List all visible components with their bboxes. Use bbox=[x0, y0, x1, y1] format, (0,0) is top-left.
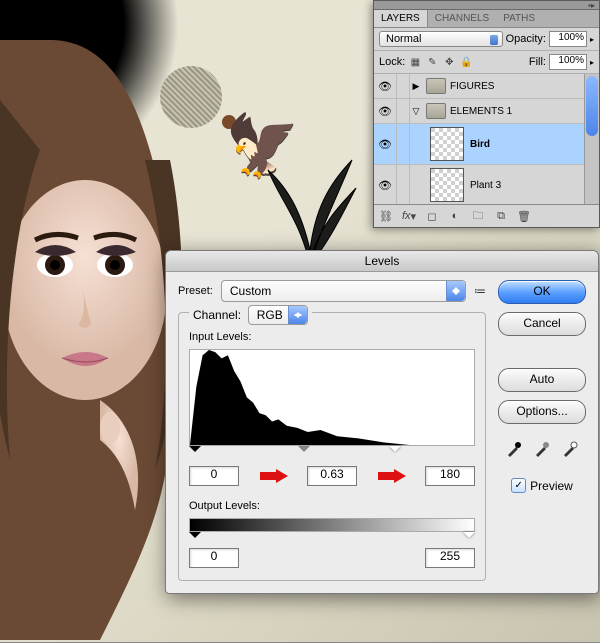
channel-fieldset: Channel: RGB Input Levels: 0 0.63 180 bbox=[178, 312, 486, 581]
opacity-input[interactable]: 100% bbox=[549, 31, 587, 47]
white-point-slider[interactable] bbox=[389, 446, 401, 458]
group-icon[interactable]: 🗀 bbox=[470, 208, 486, 224]
visibility-toggle[interactable]: 👁 bbox=[374, 165, 397, 204]
blend-mode-select[interactable]: Normal bbox=[379, 31, 503, 47]
tab-layers[interactable]: LAYERS bbox=[374, 10, 428, 27]
fill-input[interactable]: 100% bbox=[549, 54, 587, 70]
layer-group-figures[interactable]: 👁 ▶ FIGURES bbox=[374, 74, 599, 99]
lock-all-icon[interactable]: 🔒 bbox=[459, 55, 473, 69]
gray-eyedropper-icon[interactable] bbox=[531, 438, 553, 460]
preset-select[interactable]: Custom bbox=[221, 280, 466, 302]
layer-name: Bird bbox=[470, 139, 490, 150]
output-black-slider[interactable] bbox=[189, 532, 201, 544]
lock-transparency-icon[interactable]: ▦ bbox=[408, 55, 422, 69]
output-levels-label: Output Levels: bbox=[189, 500, 475, 512]
preset-menu-icon[interactable]: ≔ bbox=[474, 284, 486, 298]
fill-flyout-icon[interactable]: ▸ bbox=[590, 58, 594, 67]
output-gradient bbox=[189, 518, 475, 532]
layer-plant3[interactable]: 👁 Plant 3 bbox=[374, 165, 599, 204]
preview-checkbox[interactable]: ✓ Preview bbox=[511, 478, 573, 493]
gamma-slider[interactable] bbox=[298, 446, 310, 458]
lock-position-icon[interactable]: ✥ bbox=[442, 55, 456, 69]
input-levels-label: Input Levels: bbox=[189, 331, 475, 343]
fill-label: Fill: bbox=[529, 56, 546, 68]
eyedropper-row bbox=[503, 438, 581, 460]
auto-button[interactable]: Auto bbox=[498, 368, 586, 392]
visibility-toggle[interactable]: 👁 bbox=[374, 74, 397, 98]
input-slider[interactable] bbox=[189, 446, 475, 460]
red-arrow-icon bbox=[376, 469, 406, 483]
channel-select[interactable]: RGB bbox=[248, 305, 308, 325]
scrollbar[interactable] bbox=[584, 74, 599, 204]
output-slider[interactable] bbox=[189, 532, 475, 544]
tab-channels[interactable]: CHANNELS bbox=[428, 10, 496, 27]
layer-group-elements1[interactable]: 👁 ▽ ELEMENTS 1 bbox=[374, 99, 599, 124]
panel-bottom-toolbar: ⛓ fx▾ ◻ ◐ 🗀 ⧉ 🗑 bbox=[374, 204, 599, 227]
preset-label: Preset: bbox=[178, 285, 213, 297]
output-white-field[interactable]: 255 bbox=[425, 548, 475, 568]
levels-dialog: Levels Preset: Custom ≔ Channel: RGB Inp… bbox=[165, 250, 599, 594]
preview-label: Preview bbox=[530, 479, 573, 493]
fx-icon[interactable]: fx▾ bbox=[401, 208, 417, 224]
layer-name: FIGURES bbox=[450, 81, 494, 92]
layers-panel: ▪▸ LAYERS CHANNELS PATHS Normal Opacity:… bbox=[373, 0, 600, 228]
input-white-field[interactable]: 180 bbox=[425, 466, 475, 486]
mask-icon[interactable]: ◻ bbox=[424, 208, 440, 224]
options-button[interactable]: Options... bbox=[498, 400, 586, 424]
layer-name: ELEMENTS 1 bbox=[450, 106, 512, 117]
layer-thumbnail[interactable] bbox=[430, 168, 464, 202]
opacity-label: Opacity: bbox=[506, 33, 546, 45]
checkbox-icon: ✓ bbox=[511, 478, 526, 493]
layers-list: 👁 ▶ FIGURES 👁 ▽ ELEMENTS 1 👁 Bird 👁 Plan… bbox=[374, 74, 599, 204]
plant-art bbox=[255, 130, 365, 270]
cancel-button[interactable]: Cancel bbox=[498, 312, 586, 336]
lock-pixels-icon[interactable]: ✎ bbox=[425, 55, 439, 69]
new-layer-icon[interactable]: ⧉ bbox=[493, 208, 509, 224]
output-white-slider[interactable] bbox=[463, 532, 475, 544]
panel-grip[interactable]: ▪▸ bbox=[374, 1, 599, 10]
dialog-title[interactable]: Levels bbox=[166, 251, 598, 272]
tab-paths[interactable]: PATHS bbox=[496, 10, 542, 27]
panel-menu-icon[interactable]: ▪▸ bbox=[588, 1, 595, 10]
red-arrow-icon bbox=[258, 469, 288, 483]
visibility-toggle[interactable]: 👁 bbox=[374, 99, 397, 123]
disclosure-icon[interactable]: ▶ bbox=[410, 81, 422, 92]
histogram bbox=[189, 349, 475, 446]
adjustment-icon[interactable]: ◐ bbox=[447, 208, 463, 224]
black-point-slider[interactable] bbox=[189, 446, 201, 458]
white-eyedropper-icon[interactable] bbox=[559, 438, 581, 460]
disclosure-icon[interactable]: ▽ bbox=[410, 106, 422, 117]
opacity-flyout-icon[interactable]: ▸ bbox=[590, 35, 594, 44]
black-eyedropper-icon[interactable] bbox=[503, 438, 525, 460]
scrollbar-thumb[interactable] bbox=[586, 76, 598, 136]
link-layers-icon[interactable]: ⛓ bbox=[378, 208, 394, 224]
input-black-field[interactable]: 0 bbox=[189, 466, 239, 486]
output-black-field[interactable]: 0 bbox=[189, 548, 239, 568]
layer-name: Plant 3 bbox=[470, 180, 501, 191]
folder-icon bbox=[426, 78, 446, 94]
lock-label: Lock: bbox=[379, 56, 405, 68]
panel-tabs: LAYERS CHANNELS PATHS bbox=[374, 10, 599, 28]
channel-label: Channel: bbox=[193, 308, 241, 322]
folder-icon bbox=[426, 103, 446, 119]
visibility-toggle[interactable]: 👁 bbox=[374, 124, 397, 164]
trash-icon[interactable]: 🗑 bbox=[516, 208, 532, 224]
ok-button[interactable]: OK bbox=[498, 280, 586, 304]
layer-thumbnail[interactable] bbox=[430, 127, 464, 161]
layer-bird[interactable]: 👁 Bird bbox=[374, 124, 599, 165]
input-gamma-field[interactable]: 0.63 bbox=[307, 466, 357, 486]
